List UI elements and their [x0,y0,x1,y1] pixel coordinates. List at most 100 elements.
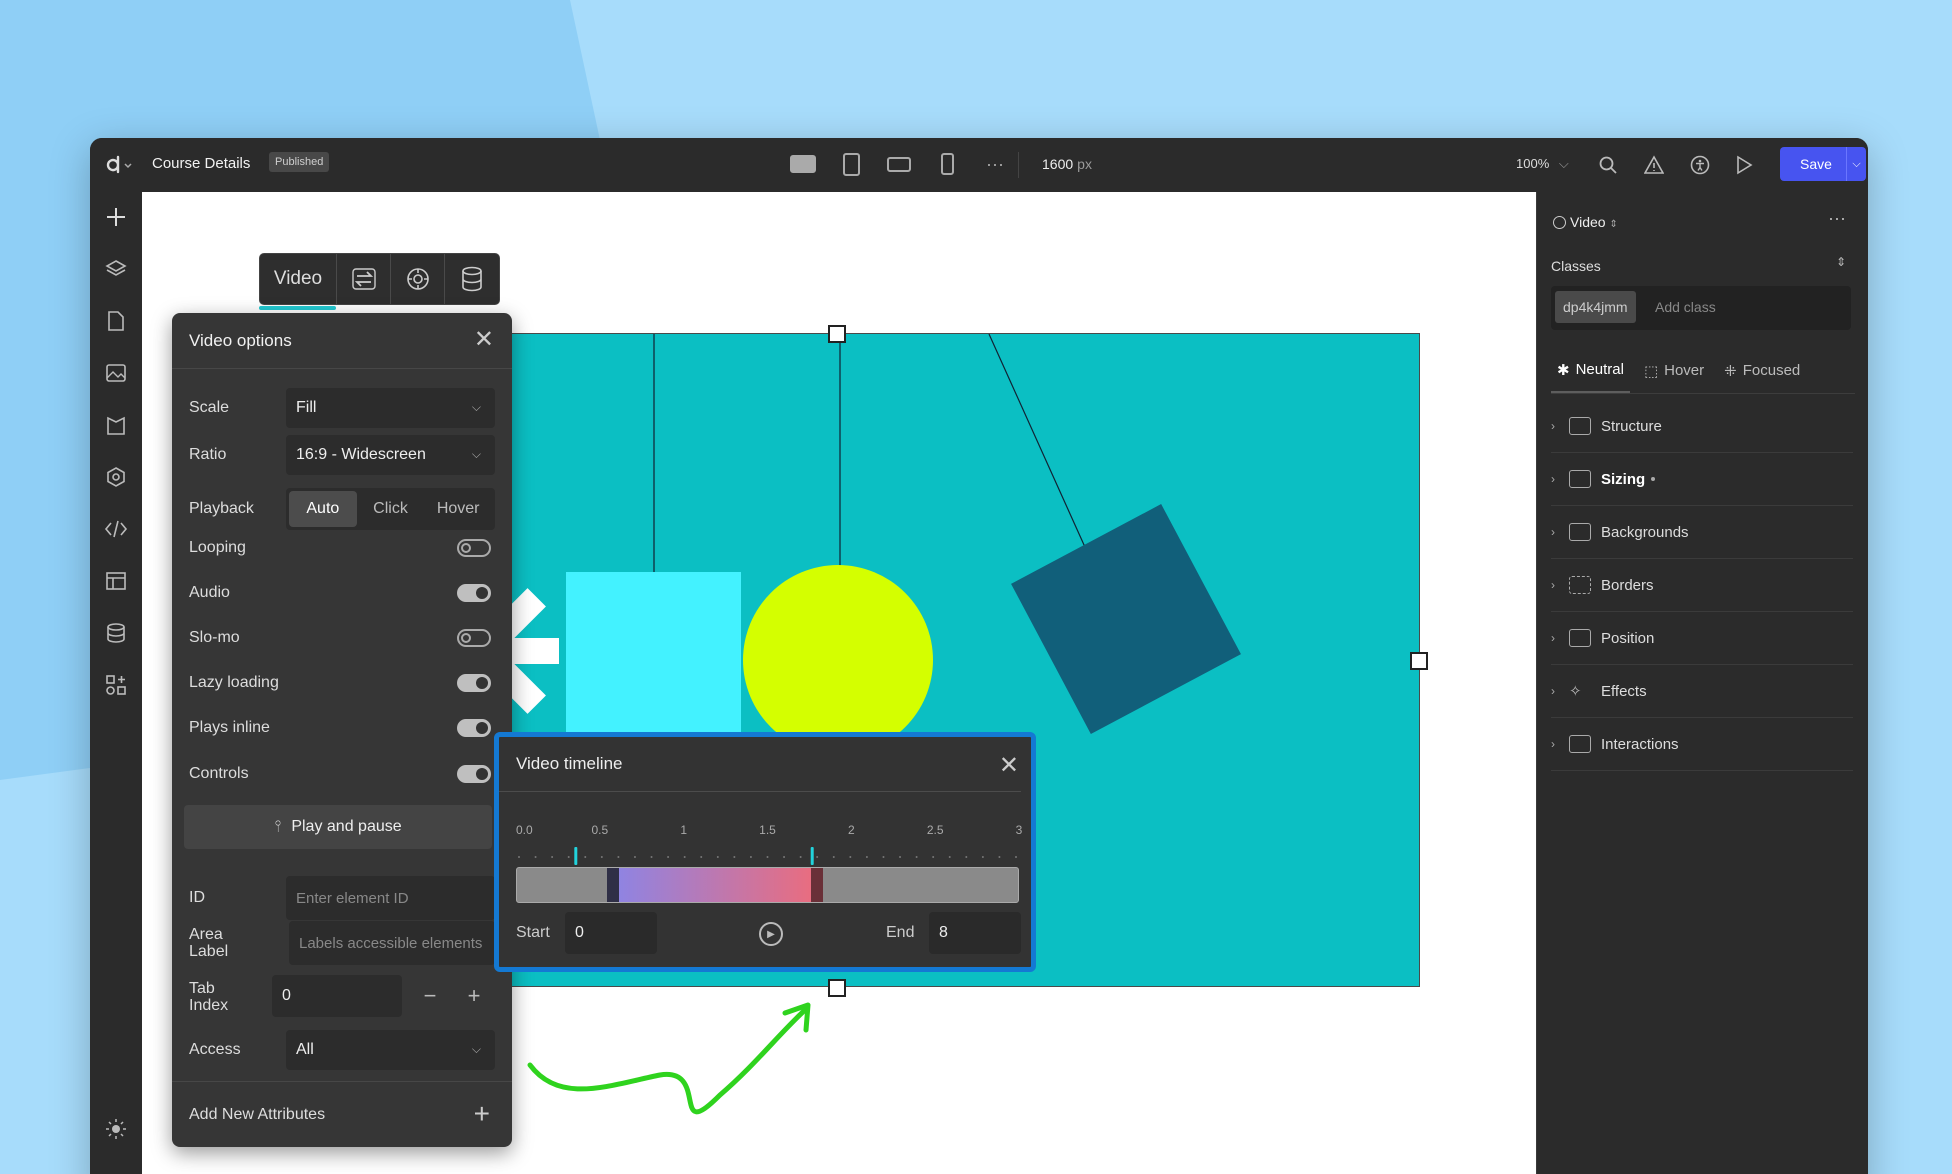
ruler-dot [849,856,852,858]
tick-label: 2.5 [926,823,944,837]
plays-inline-row: Plays inline [189,708,495,748]
search-icon[interactable] [1596,153,1620,177]
add-element-icon[interactable] [103,204,129,230]
controls-row: Controls [189,754,495,794]
annotation-arrow [527,1002,811,1115]
element-name-button[interactable]: Video [260,254,337,304]
section-borders[interactable]: › Borders [1551,559,1853,612]
area-label-input[interactable]: Labels accessible elements [289,921,495,965]
slomo-toggle[interactable] [457,629,491,647]
classes-toggle-icon[interactable]: ⇕ [1836,255,1846,269]
left-toolbar [90,192,142,1174]
play-icon[interactable]: ▶ [759,922,783,946]
id-input[interactable]: Enter element ID [286,876,495,920]
playback-auto-option[interactable]: Auto [289,491,357,527]
templates-icon[interactable] [103,568,129,594]
close-icon[interactable]: ✕ [474,328,494,352]
scale-select[interactable]: Fill ⌵ [286,388,495,428]
playback-click-option[interactable]: Click [357,491,425,527]
section-position[interactable]: › Position [1551,612,1853,665]
close-icon[interactable]: ✕ [999,751,1019,780]
warning-icon[interactable] [1642,153,1666,177]
audio-toggle[interactable] [457,584,491,602]
end-input[interactable]: 8 [929,912,1021,954]
zoom-select[interactable]: 100% ⌵ [1516,156,1569,172]
ratio-select[interactable]: 16:9 - Widescreen ⌵ [286,435,495,475]
project-name[interactable]: Course Details [152,155,250,172]
section-sizing[interactable]: › Sizing [1551,453,1853,506]
section-interactions[interactable]: › Interactions [1551,718,1853,771]
resize-handle-right[interactable] [1410,652,1428,670]
increment-icon[interactable]: + [456,975,492,1017]
plays-inline-toggle[interactable] [457,719,491,737]
looping-toggle[interactable] [457,539,491,557]
timeline-track[interactable] [516,867,1019,903]
more-devices-icon[interactable]: ··· [982,152,1008,176]
save-options-chevron-down-icon[interactable]: ⌵ [1846,147,1866,181]
layers-icon[interactable] [103,256,129,282]
range-end-handle[interactable] [810,868,823,902]
access-select[interactable]: All ⌵ [286,1030,495,1070]
ruler-dot [650,856,653,858]
mobile-device-button[interactable] [934,152,960,176]
chevron-down-icon: ⌵ [471,1042,481,1056]
range-marker [810,847,814,865]
section-structure[interactable]: › Structure [1551,400,1853,453]
accessibility-icon[interactable] [1688,153,1712,177]
chevron-down-icon: ⌵ [471,400,481,414]
plus-icon[interactable]: + [474,1098,490,1130]
decrement-icon[interactable]: − [412,975,448,1017]
section-effects[interactable]: › ✧ Effects [1551,665,1853,718]
resize-handle-top[interactable] [828,325,846,343]
assets-image-icon[interactable] [103,360,129,386]
settings-gear-icon[interactable] [391,254,445,304]
canvas-width[interactable]: 1600 px [1042,156,1092,172]
ruler-dot [667,856,670,858]
lazy-loading-toggle[interactable] [457,674,491,692]
tab-index-input[interactable]: 0 [272,975,402,1017]
tab-focused[interactable]: ⁜ Focused [1718,348,1806,393]
lazy-loading-row: Lazy loading [189,663,495,703]
save-button[interactable]: Save ⌵ [1780,147,1866,181]
theme-sun-icon[interactable] [103,1116,129,1142]
database-icon[interactable] [103,620,129,646]
tablet-device-button[interactable] [838,152,864,176]
tick-label: 0.0 [516,823,533,837]
resize-handle-bottom[interactable] [828,979,846,997]
playback-hover-option[interactable]: Hover [424,491,492,527]
preview-play-icon[interactable] [1732,153,1756,177]
add-class-placeholder[interactable]: Add class [1655,299,1716,315]
class-input[interactable]: dp4k4jmm Add class [1551,286,1851,330]
tab-neutral[interactable]: ✱ Neutral [1551,348,1630,393]
section-backgrounds[interactable]: › Backgrounds [1551,506,1853,559]
class-chip[interactable]: dp4k4jmm [1555,291,1636,323]
id-row: ID Enter element ID [189,876,495,920]
play-and-pause-button[interactable]: ⫯ Play and pause [184,805,492,849]
tablet-landscape-device-button[interactable] [886,152,912,176]
tab-hover[interactable]: ⬚ Hover [1638,348,1710,393]
apps-icon[interactable] [103,672,129,698]
element-type-selector[interactable]: Video ⇕ [1553,214,1618,230]
components-icon[interactable] [103,464,129,490]
code-icon[interactable] [103,516,129,542]
tick-label: 3 [1015,823,1023,837]
looping-row: Looping [189,528,495,568]
styles-icon[interactable] [103,412,129,438]
add-new-attributes-row[interactable]: Add New Attributes + [172,1081,512,1147]
swap-icon[interactable] [337,254,391,304]
data-binding-icon[interactable] [445,254,499,304]
app-logo-menu[interactable] [104,154,132,176]
timeline-selected-range[interactable] [607,868,819,902]
effects-icon: ✧ [1569,683,1582,700]
controls-toggle[interactable] [457,765,491,783]
borders-icon [1569,576,1591,594]
range-start-handle[interactable] [607,868,620,902]
desktop-device-button[interactable] [790,152,816,176]
audio-label: Audio [189,584,230,601]
state-tabs: ✱ Neutral ⬚ Hover ⁜ Focused [1551,348,1855,394]
more-options-icon[interactable]: ··· [1828,208,1846,229]
start-input[interactable]: 0 [565,912,657,954]
pages-icon[interactable] [103,308,129,334]
tab-index-label: Tab Index [189,980,229,1014]
ruler-dot [584,856,587,858]
